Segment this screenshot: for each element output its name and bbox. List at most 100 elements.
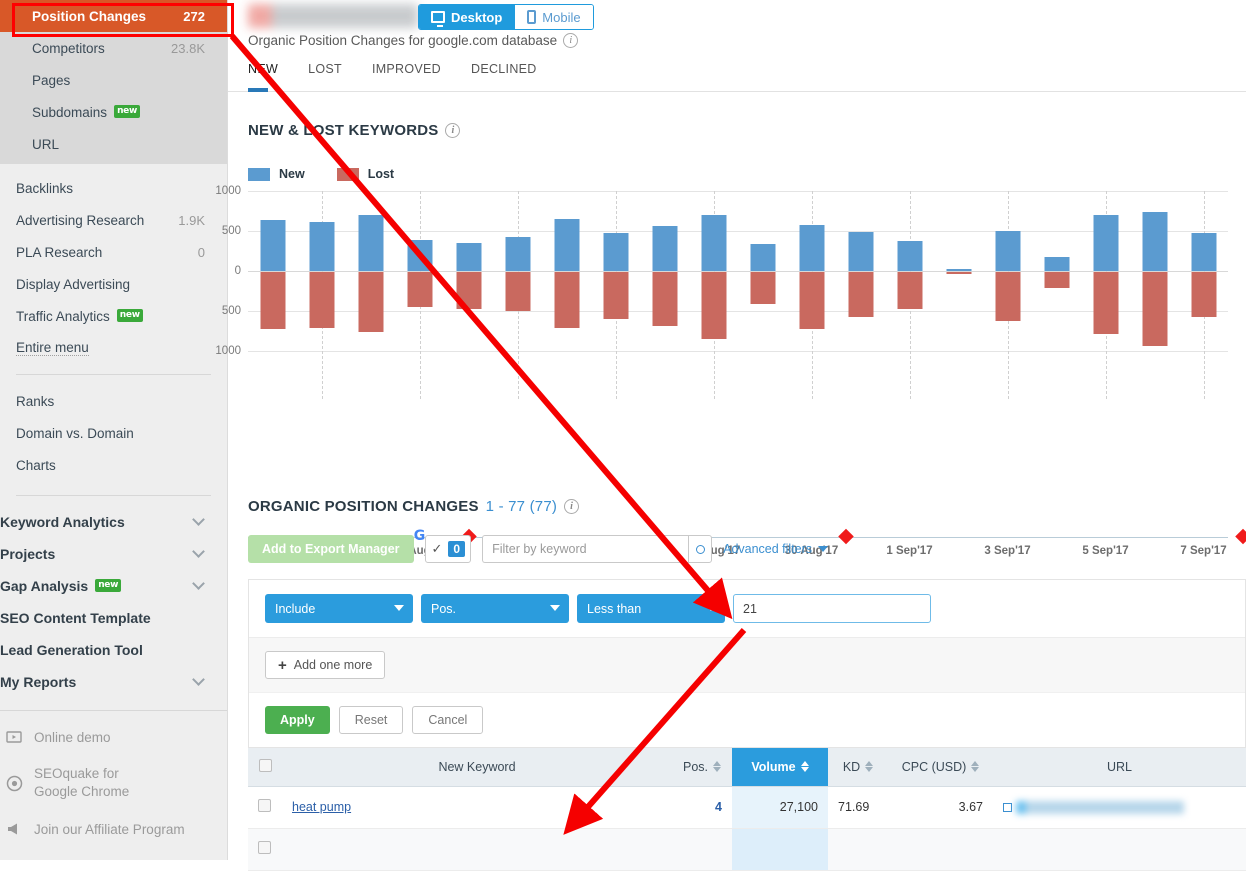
chart-bar-lost[interactable] (1142, 272, 1167, 347)
row-select-cell[interactable] (248, 786, 282, 829)
chart-bar-group[interactable] (297, 191, 346, 399)
column-header-keyword[interactable]: New Keyword (282, 748, 672, 787)
chart-bar-new[interactable] (505, 237, 530, 271)
chart-bar-new[interactable] (603, 232, 628, 271)
chart-bar-lost[interactable] (897, 272, 922, 310)
chart-bar-group[interactable] (689, 191, 738, 399)
sidebar-item-online-demo[interactable]: Online demo (0, 717, 227, 757)
chart-bar-lost[interactable] (750, 272, 775, 304)
column-header-kd[interactable]: KD (828, 748, 888, 787)
chart-bar-group[interactable] (836, 191, 885, 351)
chart-bar-group[interactable] (640, 191, 689, 351)
search-input[interactable] (482, 535, 689, 563)
sidebar-item-pages[interactable]: Pages (0, 64, 227, 96)
sidebar-item-ranks[interactable]: Ranks (0, 385, 227, 417)
field-select[interactable]: Pos.VolumeKDCPC (USD)URLKeyword (421, 594, 569, 623)
select-all-header[interactable] (248, 748, 282, 787)
chart-bar-lost[interactable] (456, 272, 481, 310)
chart-bar-group[interactable] (493, 191, 542, 399)
sidebar-item-seo-content-template[interactable]: SEO Content Template (0, 602, 227, 634)
add-one-more-button[interactable]: + Add one more (265, 651, 386, 679)
chart-bar-lost[interactable] (652, 272, 677, 326)
column-header-url[interactable]: URL (993, 748, 1246, 787)
tab-improved[interactable]: IMPROVED (372, 62, 441, 91)
chart-bar-lost[interactable] (1093, 272, 1118, 335)
sort-icon[interactable] (800, 760, 809, 772)
chart-bar-group[interactable] (395, 191, 444, 399)
apply-button[interactable]: Apply (265, 706, 330, 734)
chart-bar-new[interactable] (1191, 233, 1216, 271)
chart-bar-group[interactable] (1081, 191, 1130, 399)
reset-button[interactable]: Reset (338, 706, 404, 734)
chart-bar-new[interactable] (701, 215, 726, 271)
selection-counter[interactable]: ✓ 0 (424, 535, 472, 563)
sidebar-item-seoquake[interactable]: SEOquake for Google Chrome (0, 757, 227, 809)
keyword-link[interactable]: heat pump (292, 800, 351, 814)
cancel-button[interactable]: Cancel (412, 706, 484, 734)
sidebar-item-display-advertising[interactable]: Display Advertising (0, 268, 227, 300)
chart-bar-lost[interactable] (603, 272, 628, 320)
tab-declined[interactable]: DECLINED (471, 62, 537, 91)
chart-bar-lost[interactable] (554, 272, 579, 328)
sidebar-item-url[interactable]: URL (0, 128, 227, 160)
row-select-cell[interactable] (248, 828, 282, 871)
sort-icon[interactable] (865, 760, 874, 772)
chart-bar-new[interactable] (554, 219, 579, 271)
chart-bar-new[interactable] (946, 268, 971, 271)
sidebar-item-charts[interactable]: Charts (0, 449, 227, 481)
chart-bar-group[interactable] (738, 191, 787, 351)
threshold-input[interactable] (733, 594, 931, 623)
chart-bar-new[interactable] (1044, 257, 1069, 271)
chart-bar-group[interactable] (983, 191, 1032, 399)
chart-bar-group[interactable] (591, 191, 640, 399)
chart-bar-lost[interactable] (995, 272, 1020, 321)
advanced-filters-toggle[interactable]: Advanced filters (723, 542, 829, 556)
sidebar-item-traffic-analytics[interactable]: Traffic Analytics new (0, 300, 227, 332)
sidebar-item-advertising-research[interactable]: Advertising Research 1.9K (0, 204, 227, 236)
column-header-cpc[interactable]: CPC (USD) (888, 748, 993, 787)
operator-select[interactable]: Greater thanLess thanEquals (577, 594, 725, 623)
select-all-checkbox[interactable] (258, 758, 272, 772)
sidebar-item-domain-vs-domain[interactable]: Domain vs. Domain (0, 417, 227, 449)
column-header-volume[interactable]: Volume (732, 748, 828, 787)
chart-bar-lost[interactable] (1191, 272, 1216, 318)
sidebar-item-competitors[interactable]: Competitors 23.8K (0, 32, 227, 64)
chart-bar-group[interactable] (1032, 191, 1081, 351)
include-select[interactable]: IncludeExclude (265, 594, 413, 623)
info-icon[interactable]: i (564, 499, 580, 514)
column-header-pos[interactable]: Pos. (672, 748, 732, 787)
chart-bar-new[interactable] (456, 243, 481, 271)
chart-bar-lost[interactable] (505, 272, 530, 312)
info-icon[interactable]: i (563, 33, 579, 48)
chart-bar-lost[interactable] (701, 272, 726, 340)
sidebar-item-gap-analysis[interactable]: Gap Analysis new (0, 570, 227, 602)
chart-bar-group[interactable] (248, 191, 297, 351)
chart-bar-lost[interactable] (1044, 272, 1069, 288)
chart-bar-new[interactable] (1093, 215, 1118, 271)
chart-bar-lost[interactable] (946, 272, 971, 274)
chart-bar-new[interactable] (848, 231, 873, 271)
table-row[interactable]: heat pump 4 27,100 71.69 3.67 (248, 786, 1246, 829)
add-to-export-manager-button[interactable]: Add to Export Manager (248, 535, 414, 563)
sidebar-item-pla-research[interactable]: PLA Research 0 (0, 236, 227, 268)
chart-bar-new[interactable] (260, 219, 285, 271)
chart-bar-group[interactable] (885, 191, 934, 399)
chart-bar-group[interactable] (1179, 191, 1228, 399)
chart-bar-new[interactable] (1142, 211, 1167, 271)
chart-bar-new[interactable] (309, 222, 334, 271)
chart-bar-group[interactable] (934, 191, 983, 351)
chart-bar-group[interactable] (444, 191, 493, 351)
chart-bar-group[interactable] (787, 191, 836, 399)
chart-bar-lost[interactable] (799, 272, 824, 329)
chart-bar-new[interactable] (652, 225, 677, 271)
search-button[interactable] (688, 535, 713, 563)
tab-mobile[interactable]: Mobile (514, 5, 593, 29)
legend-item-lost[interactable]: Lost (336, 167, 394, 181)
sidebar-item-position-changes[interactable]: Position Changes 272 (0, 0, 227, 32)
sidebar-item-projects[interactable]: Projects (0, 538, 227, 570)
tab-new[interactable]: NEW (248, 62, 278, 92)
sidebar-item-affiliate-program[interactable]: Join our Affiliate Program (0, 809, 227, 849)
chart-bar-lost[interactable] (407, 272, 432, 308)
sidebar-item-lead-generation-tool[interactable]: Lead Generation Tool (0, 634, 227, 666)
chart-bar-group[interactable] (542, 191, 591, 351)
